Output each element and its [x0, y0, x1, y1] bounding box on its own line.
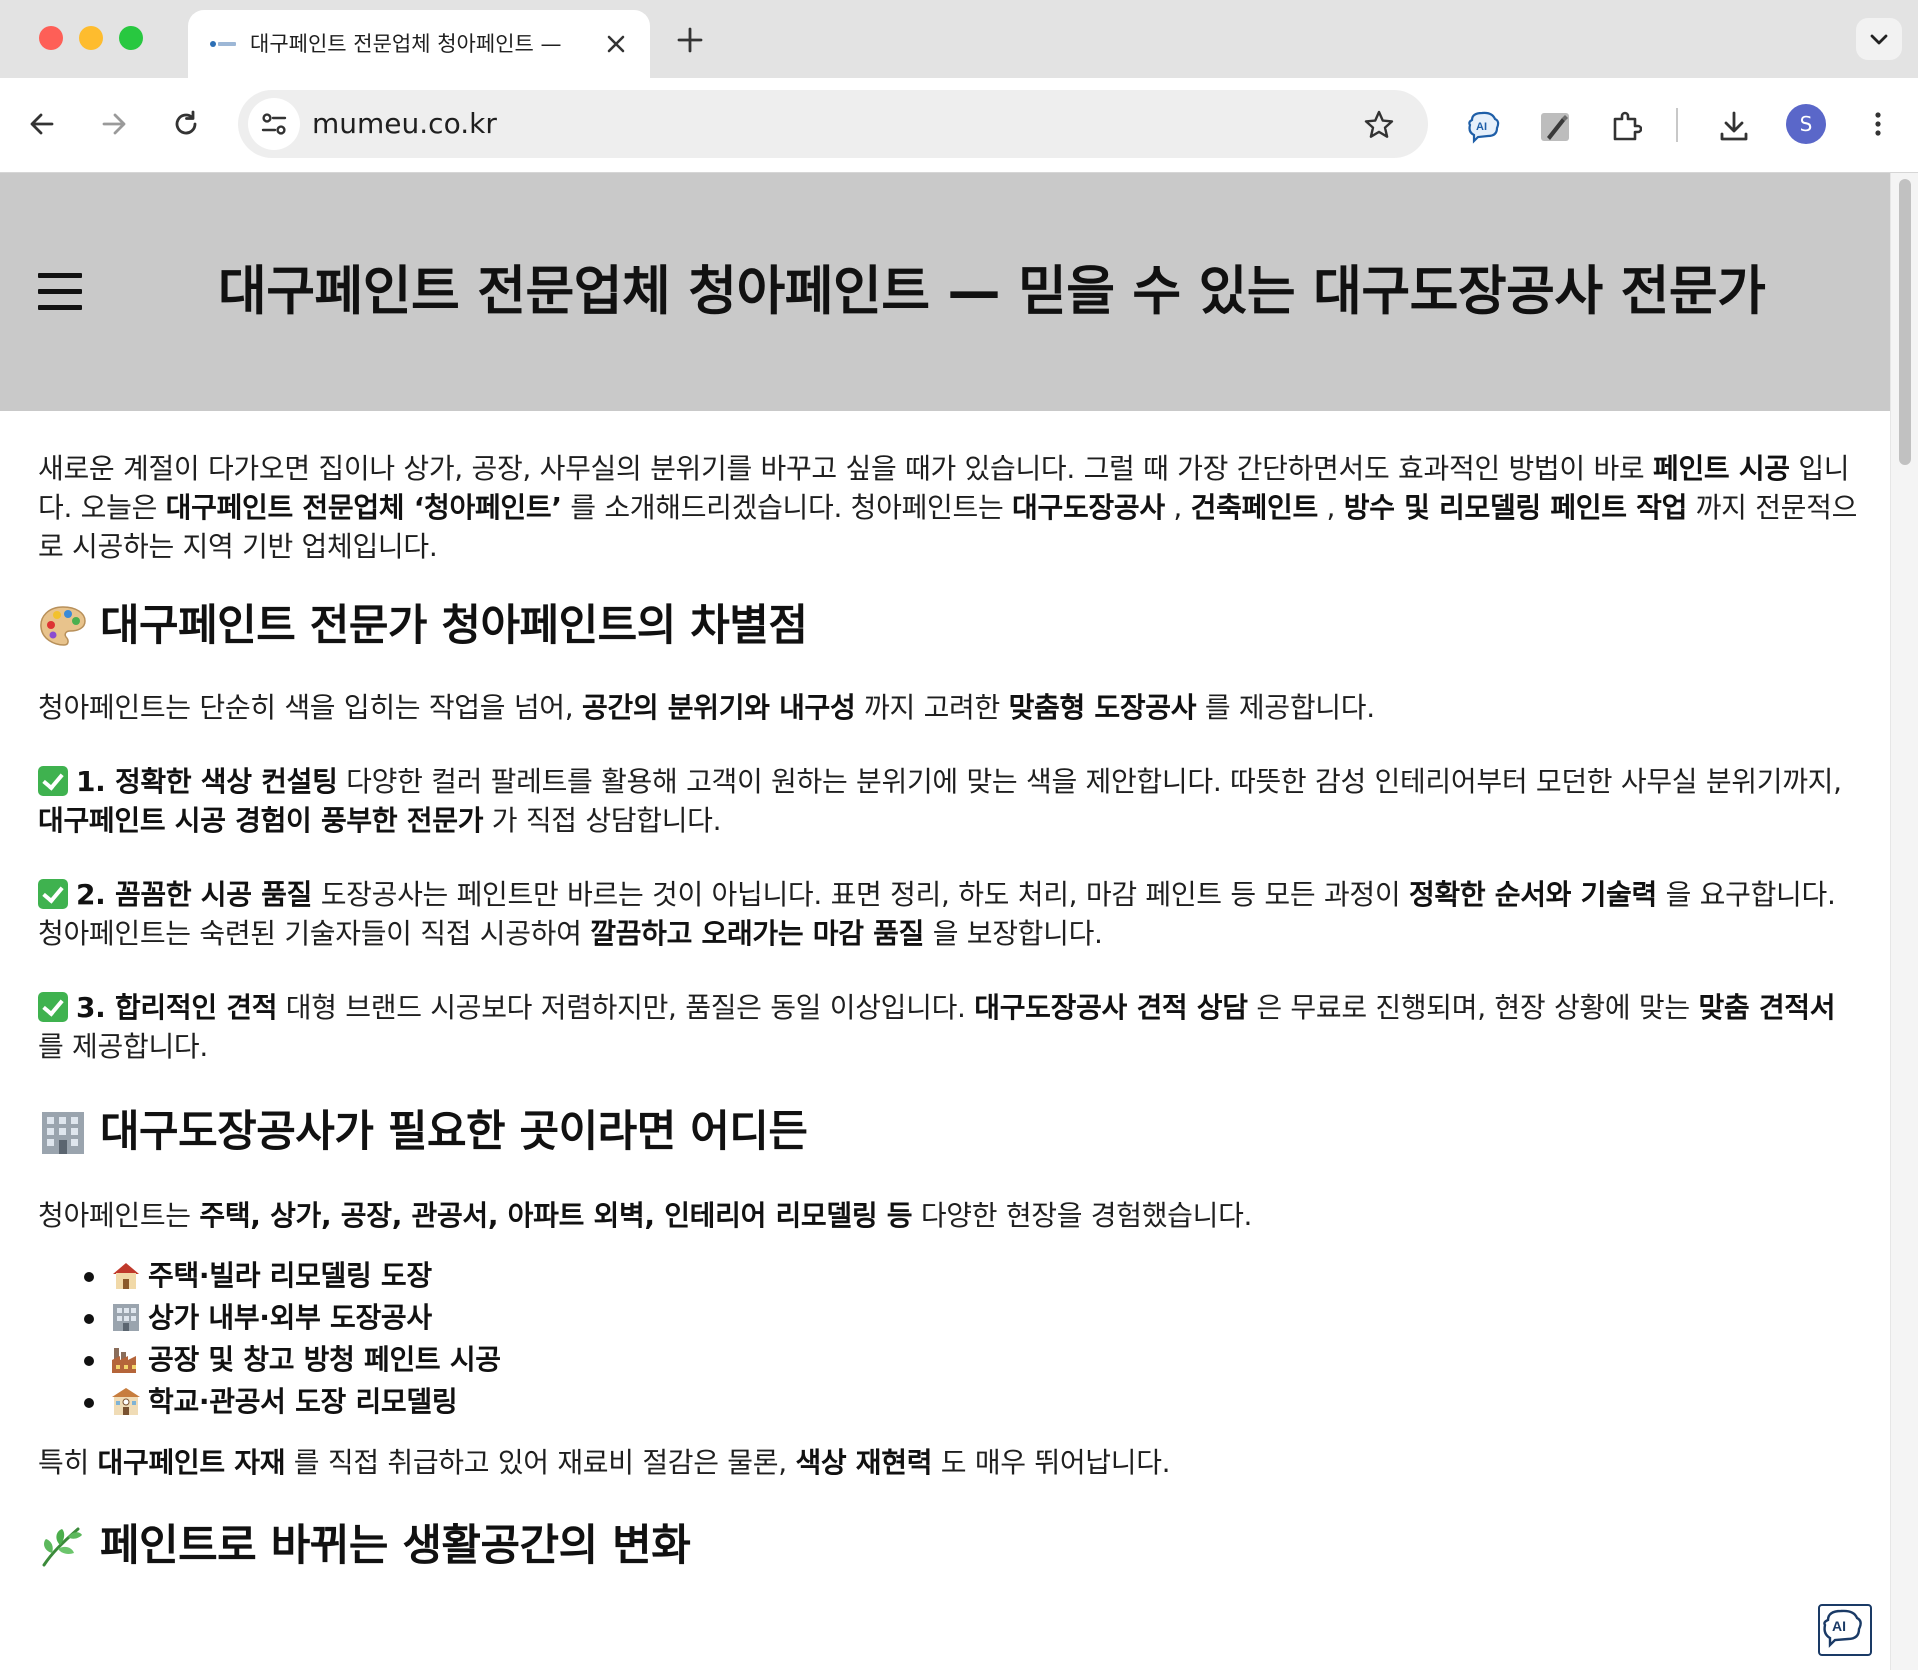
site-type-list: 주택·빌라 리모델링 도장 상가 내부·외부 도장공사 공장 및 창고 방청 페…	[38, 1255, 1858, 1423]
browser-toolbar: mumeu.co.kr AI S	[0, 78, 1918, 173]
palette-icon	[38, 603, 88, 649]
download-icon	[1720, 111, 1748, 141]
scrollbar-thumb[interactable]	[1899, 179, 1911, 465]
article-body: 새로운 계절이 다가오면 집이나 상가, 공장, 사무실의 분위기를 바꾸고 싶…	[38, 449, 1858, 1572]
tab-title: 대구페인트 전문업체 청아페인트 —	[250, 32, 562, 56]
section-heading-lifestyle: 페인트로 바뀌는 생활공간의 변화	[38, 1520, 1858, 1572]
section-heading-text: 대구페인트 전문가 청아페인트의 차별점	[100, 601, 808, 651]
back-button[interactable]	[22, 104, 62, 144]
chevron-down-icon	[1870, 34, 1888, 45]
url-text[interactable]: mumeu.co.kr	[312, 108, 497, 140]
svg-text:AI: AI	[1832, 1618, 1846, 1634]
forward-button[interactable]	[94, 104, 134, 144]
toolbar-divider	[1676, 108, 1678, 142]
office-building-icon	[38, 1109, 88, 1155]
reload-icon	[175, 110, 197, 135]
section-lead-paragraph: 청아페인트는 단순히 색을 입히는 작업을 넘어, 공간의 분위기와 내구성 까…	[38, 691, 1375, 724]
page-scrollbar[interactable]	[1890, 173, 1918, 1670]
section-heading-text: 대구도장공사가 필요한 곳이라면 어디든	[100, 1107, 808, 1157]
list-item: 주택·빌라 리모델링 도장	[84, 1255, 1858, 1297]
page-header: 대구페인트 전문업체 청아페인트 — 믿을 수 있는 대구도장공사 전문가	[0, 173, 1890, 411]
active-tab[interactable]: 대구페인트 전문업체 청아페인트 —	[188, 10, 650, 78]
profile-avatar[interactable]: S	[1786, 104, 1826, 144]
reload-button[interactable]	[166, 104, 206, 144]
section-closing-paragraph: 특히 대구페인트 자재 를 직접 취급하고 있어 재료비 절감은 물론, 색상 …	[38, 1446, 1171, 1479]
window-zoom-button[interactable]	[119, 26, 143, 50]
page-viewport: 대구페인트 전문업체 청아페인트 — 믿을 수 있는 대구도장공사 전문가 새로…	[0, 173, 1890, 1670]
hamburger-menu-icon[interactable]	[38, 273, 82, 311]
intro-paragraph: 새로운 계절이 다가오면 집이나 상가, 공장, 사무실의 분위기를 바꾸고 싶…	[38, 452, 1858, 563]
ai-assistant-icon: AI	[1823, 1609, 1862, 1648]
downloads-button[interactable]	[1712, 104, 1752, 144]
feature-point-color-consulting: 1. 정확한 색상 컨설팅 다양한 컬러 팔레트를 활용해 고객이 원하는 분위…	[38, 765, 1842, 837]
herb-leaf-icon	[38, 1523, 88, 1569]
extensions-puzzle-icon	[1613, 111, 1642, 141]
checkmark-icon	[38, 766, 68, 796]
page-title: 대구페인트 전문업체 청아페인트 — 믿을 수 있는 대구도장공사 전문가	[218, 261, 1766, 322]
browser-menu-button[interactable]	[1858, 104, 1898, 144]
svg-text:AI: AI	[1476, 121, 1487, 133]
window-close-button[interactable]	[39, 26, 63, 50]
extensions-button[interactable]	[1604, 104, 1644, 144]
feature-point-estimate: 3. 합리적인 견적 대형 브랜드 시공보다 저렴하지만, 품질은 동일 이상입…	[38, 991, 1836, 1063]
ai-extension-icon: AI	[1468, 111, 1500, 144]
section-heading-differentiators: 대구페인트 전문가 청아페인트의 차별점	[38, 600, 1858, 652]
list-item: 상가 내부·외부 도장공사	[84, 1297, 1858, 1339]
tab-close-icon[interactable]	[604, 32, 628, 56]
ai-extension-button[interactable]: AI	[1460, 104, 1500, 144]
site-info-icon	[261, 113, 287, 135]
list-item: 공장 및 창고 방청 페인트 시공	[84, 1339, 1858, 1381]
window-minimize-button[interactable]	[79, 26, 103, 50]
back-arrow-icon	[30, 113, 54, 135]
ai-assistant-floating-button[interactable]: AI	[1818, 1604, 1872, 1656]
bookmark-star-icon[interactable]	[1362, 108, 1396, 142]
office-building-icon	[110, 1302, 142, 1332]
house-icon	[110, 1260, 142, 1290]
pen-extension-icon	[1541, 113, 1569, 141]
more-menu-icon	[1875, 112, 1881, 136]
feature-point-quality: 2. 꼼꼼한 시공 품질 도장공사는 페인트만 바르는 것이 아닙니다. 표면 …	[38, 878, 1836, 950]
factory-icon	[110, 1344, 142, 1374]
section-heading-text: 페인트로 바뀌는 생활공간의 변화	[100, 1521, 691, 1571]
list-item: 학교·관공서 도장 리모델링	[84, 1381, 1858, 1423]
school-icon	[110, 1386, 142, 1416]
section-heading-coverage: 대구도장공사가 필요한 곳이라면 어디든	[38, 1106, 1858, 1158]
site-info-button[interactable]	[248, 98, 300, 150]
site-favicon-icon	[210, 41, 236, 47]
tab-strip: 대구페인트 전문업체 청아페인트 —	[0, 0, 1918, 78]
section-lead-paragraph: 청아페인트는 주택, 상가, 공장, 관공서, 아파트 외벽, 인테리어 리모델…	[38, 1199, 1253, 1232]
checkmark-icon	[38, 992, 68, 1022]
checkmark-icon	[38, 879, 68, 909]
new-tab-plus-icon[interactable]	[674, 24, 706, 56]
forward-arrow-icon	[102, 113, 126, 135]
tab-search-button[interactable]	[1856, 18, 1902, 60]
pen-extension-button[interactable]	[1532, 104, 1572, 144]
address-bar[interactable]: mumeu.co.kr	[238, 90, 1428, 158]
